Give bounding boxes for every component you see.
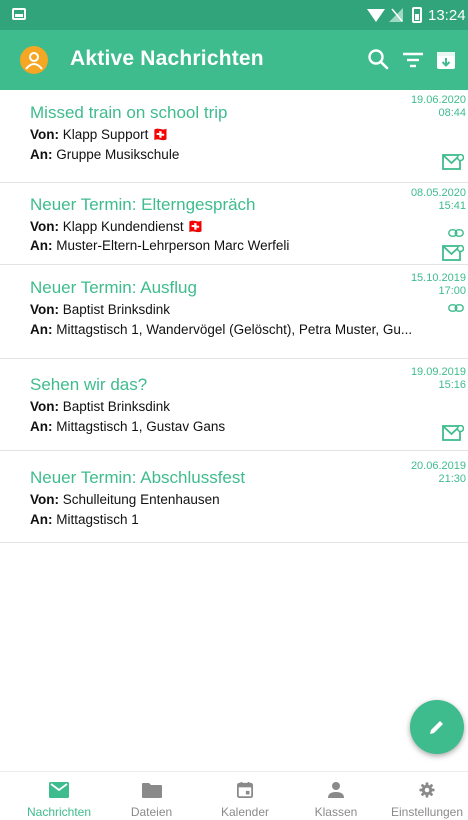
message-item[interactable]: Missed train on school trip Von: Klapp S… (0, 90, 468, 183)
link-icon (448, 304, 464, 312)
message-from: Von: Schulleitung Entenhausen (30, 492, 220, 507)
archive-icon[interactable] (432, 46, 460, 74)
message-to: An: Mittagstisch 1, Wandervögel (Gelösch… (30, 322, 412, 337)
gear-icon (419, 782, 435, 798)
to-label: An: (30, 512, 53, 527)
message-date-day: 19.09.2019 (410, 366, 466, 378)
nav-label: Klassen (314, 805, 358, 819)
message-from: Von: Klapp Kundendienst 🇨🇭 (30, 219, 204, 235)
clock: 13:24 (428, 7, 466, 24)
from-label: Von: (30, 127, 59, 142)
nav-einstellungen[interactable]: Einstellungen (386, 772, 468, 820)
from-value: Baptist Brinksdink (62, 302, 171, 317)
message-date: 20.06.2019 21:30 (411, 460, 466, 486)
folder-icon (141, 783, 162, 798)
mail-attachment-icon (442, 425, 464, 441)
nav-label: Dateien (130, 805, 173, 819)
to-label: An: (30, 238, 53, 253)
message-list: Missed train on school trip Von: Klapp S… (0, 90, 468, 543)
search-icon[interactable] (365, 46, 393, 74)
message-date-day: 20.06.2019 (410, 460, 466, 472)
from-label: Von: (30, 219, 59, 234)
message-item[interactable]: Neuer Termin: Abschlussfest Von: Schulle… (0, 451, 468, 543)
message-date-day: 19.06.2020 (410, 94, 466, 106)
message-to: An: Mittagstisch 1 (30, 512, 139, 527)
message-date-time: 15:41 (438, 200, 466, 212)
message-date-time: 17:00 (438, 285, 466, 297)
message-to: An: Mittagstisch 1, Gustav Gans (30, 419, 225, 434)
message-subject: Sehen wir das? (30, 375, 148, 394)
nav-label: Kalender (220, 805, 270, 819)
message-date-time: 08:44 (438, 107, 466, 119)
from-label: Von: (30, 399, 59, 414)
image-notification-icon (12, 8, 26, 20)
to-label: An: (30, 419, 53, 434)
to-value: Gruppe Musikschule (56, 147, 180, 162)
mail-attachment-icon (442, 154, 464, 170)
to-label: An: (30, 147, 53, 162)
to-value: Mittagstisch 1, Wandervögel (Gelöscht), … (56, 322, 413, 337)
message-date: 08.05.2020 15:41 (411, 187, 466, 213)
battery-icon (412, 7, 422, 23)
to-value: Mittagstisch 1, Gustav Gans (56, 419, 226, 434)
message-item[interactable]: Sehen wir das? Von: Baptist Brinksdink A… (0, 359, 468, 451)
from-value: Baptist Brinksdink (62, 399, 171, 414)
filter-icon[interactable] (399, 46, 427, 74)
mail-icon (49, 782, 69, 798)
calendar-icon (237, 782, 253, 798)
to-value: Mittagstisch 1 (56, 512, 139, 527)
from-value: Schulleitung Entenhausen (62, 492, 220, 507)
message-from: Von: Baptist Brinksdink (30, 302, 170, 317)
message-date: 19.09.2019 15:16 (411, 366, 466, 392)
message-date-day: 08.05.2020 (410, 187, 466, 199)
message-subject: Neuer Termin: Abschlussfest (30, 468, 246, 487)
message-to: An: Gruppe Musikschule (30, 147, 179, 162)
status-bar: 13:24 (0, 0, 468, 30)
message-date-time: 15:16 (438, 379, 466, 391)
app-bar: Aktive Nachrichten (0, 30, 468, 90)
from-value: Klapp Support 🇨🇭 (62, 127, 169, 142)
message-subject: Neuer Termin: Ausflug (30, 278, 197, 297)
from-value: Klapp Kundendienst 🇨🇭 (62, 219, 205, 234)
message-date-time: 21:30 (438, 473, 466, 485)
page-title: Aktive Nachrichten (70, 47, 264, 70)
nav-dateien[interactable]: Dateien (114, 772, 189, 820)
link-icon (448, 229, 464, 237)
nav-nachrichten[interactable]: Nachrichten (14, 772, 104, 820)
nav-klassen[interactable]: Klassen (300, 772, 372, 820)
message-to: An: Muster-Eltern-Lehrperson Marc Werfel… (30, 238, 289, 253)
message-subject: Neuer Termin: Elterngespräch (30, 195, 256, 214)
nav-kalender[interactable]: Kalender (205, 772, 285, 820)
from-label: Von: (30, 302, 59, 317)
to-label: An: (30, 322, 53, 337)
mail-attachment-icon (442, 245, 464, 261)
message-subject: Missed train on school trip (30, 103, 228, 122)
wifi-icon (367, 9, 385, 22)
nav-label: Einstellungen (390, 805, 464, 819)
person-icon (328, 782, 344, 798)
message-date: 19.06.2020 08:44 (411, 94, 466, 120)
message-date-day: 15.10.2019 (410, 272, 466, 284)
user-avatar-icon[interactable] (20, 46, 48, 74)
message-item[interactable]: Neuer Termin: Elterngespräch Von: Klapp … (0, 183, 468, 265)
to-value: Muster-Eltern-Lehrperson Marc Werfeli (56, 238, 290, 253)
message-from: Von: Baptist Brinksdink (30, 399, 170, 414)
nav-label: Nachrichten (26, 805, 92, 819)
bottom-navigation: Nachrichten Dateien Kalender Klassen Ein… (0, 771, 468, 820)
pencil-icon (430, 721, 443, 734)
from-label: Von: (30, 492, 59, 507)
message-from: Von: Klapp Support 🇨🇭 (30, 127, 169, 143)
signal-icon (389, 8, 403, 22)
compose-button[interactable] (410, 700, 464, 754)
message-date: 15.10.2019 17:00 (411, 272, 466, 298)
message-item[interactable]: Neuer Termin: Ausflug Von: Baptist Brink… (0, 265, 468, 359)
